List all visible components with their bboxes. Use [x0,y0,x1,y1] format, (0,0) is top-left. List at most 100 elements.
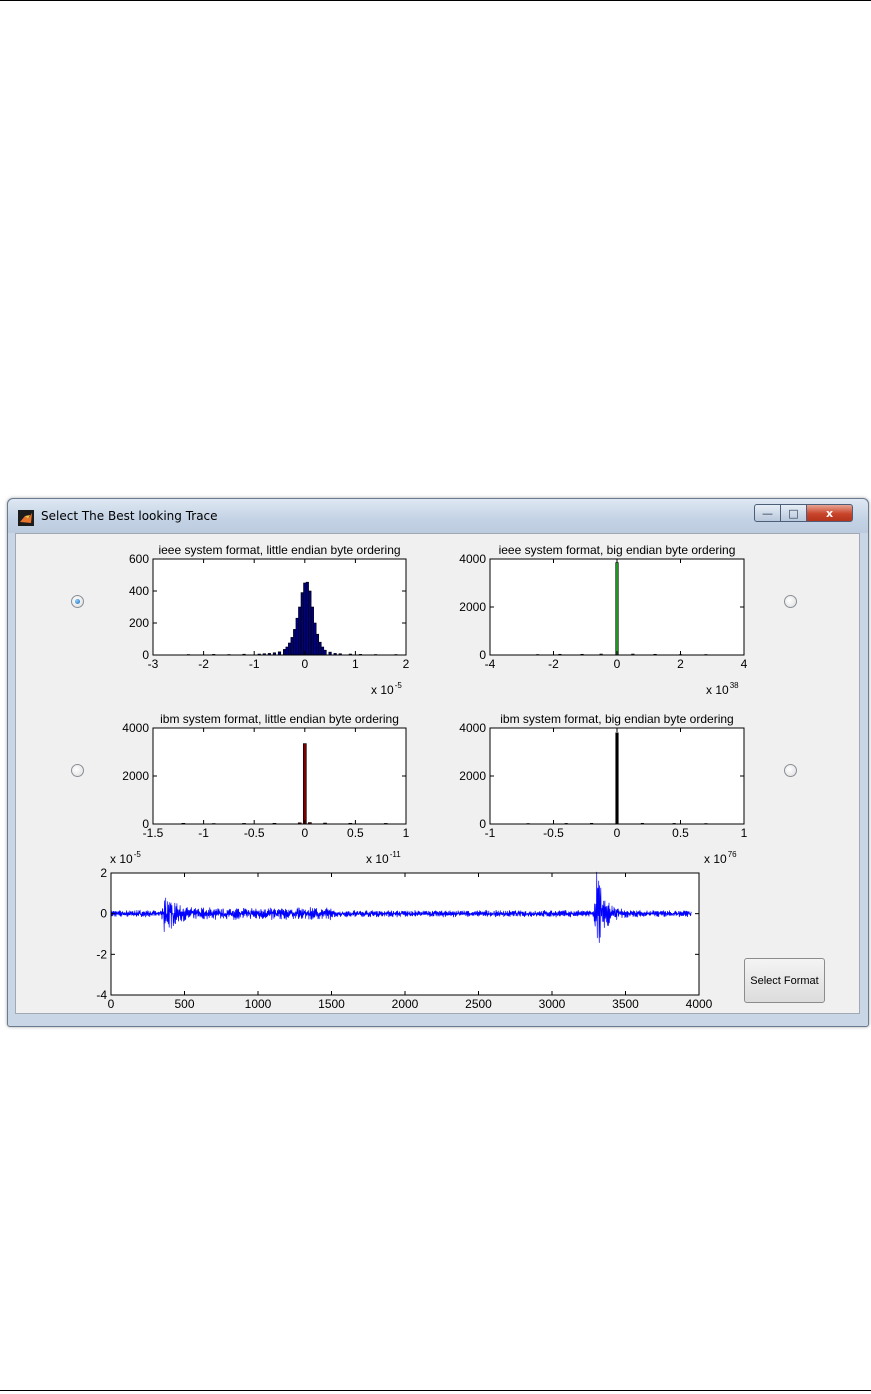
x-tick-label: 3500 [612,997,639,1011]
axis-multiplier: x 10 [706,683,729,697]
y-tick-label: 400 [129,584,149,598]
y-tick-label: 4000 [459,552,486,566]
x-tick-label: 1000 [245,997,272,1011]
axis-multiplier-exponent: -5 [134,850,142,859]
axes-0 [152,558,407,656]
radio-ieee-little-endian[interactable] [71,595,84,608]
histogram-bar [320,646,325,656]
histogram-bar [323,649,327,656]
x-tick-label: 1 [403,826,410,840]
x-tick-label: 1 [741,826,748,840]
y-tick-label: 0 [142,817,149,831]
minimize-button[interactable]: — [754,504,781,522]
axes-title: ibm system format, little endian byte or… [160,712,399,726]
histogram-bar [310,606,314,656]
x-tick-label: 500 [174,997,194,1011]
x-tick-label: 1 [352,657,359,671]
maximize-button[interactable]: □ [780,504,807,522]
x-tick-label: 2000 [392,997,419,1011]
x-tick-label: 0 [301,826,308,840]
x-tick-label: 2 [403,657,410,671]
histogram-bar [298,606,302,656]
y-tick-label: 2000 [459,769,486,783]
close-icon: x [825,506,834,520]
figure-canvas: -3 -2 -1 0 1 2 0 200 400 600 ieee system format, l… [15,533,860,1014]
axis-multiplier: x 10 [366,852,389,866]
plot-area [153,728,406,824]
axes-3 [489,727,745,825]
y-tick-label: 2000 [122,769,149,783]
radio-ibm-big-endian[interactable] [784,764,797,777]
axis-multiplier-exponent: 76 [728,850,737,859]
x-tick-label: 0 [614,657,621,671]
y-tick-label: 0 [479,817,486,831]
select-format-button[interactable]: Select Format [744,958,825,1003]
axes-title: ieee system format, little endian byte o… [158,543,400,557]
x-tick-label: -1 [198,826,209,840]
y-tick-label: 600 [129,552,149,566]
x-tick-label: -1 [485,826,496,840]
x-tick-label: -2 [198,657,209,671]
x-tick-label: 2500 [465,997,492,1011]
x-tick-label: -4 [485,657,496,671]
x-tick-label: 1500 [318,997,345,1011]
y-tick-label: -4 [96,988,107,1002]
x-tick-label: 0 [301,657,308,671]
x-tick-label: 0 [108,997,115,1011]
y-tick-label: 0 [100,907,107,921]
histogram-bar [282,649,287,656]
x-tick-label: 0 [614,826,621,840]
y-tick-label: 4000 [459,721,486,735]
radio-ibm-little-endian[interactable] [71,764,84,777]
histogram-bar [293,629,297,656]
x-tick-label: -3 [148,657,159,671]
axis-multiplier-exponent: -11 [390,850,402,859]
matlab-icon [18,510,34,526]
y-tick-label: 2000 [459,600,486,614]
window-title: Select The Best looking Trace [41,509,218,523]
x-tick-label: 0.5 [672,826,689,840]
y-tick-label: 2 [100,866,107,880]
axes-1 [489,558,745,656]
close-button[interactable]: x [806,504,853,522]
x-tick-label: 4 [741,657,748,671]
radio-selected-dot [75,599,80,604]
histogram-bar [295,617,299,656]
plot-area [153,559,406,655]
x-tick-label: -1 [249,657,260,671]
histogram-bar [308,590,312,656]
histogram-bar [288,642,292,656]
y-tick-label: 0 [479,648,486,662]
x-tick-label: -2 [548,657,559,671]
histogram-bar [315,633,320,656]
axes-title: ieee system format, big endian byte orde… [499,543,736,557]
y-tick-label: 200 [129,616,149,630]
axes-title: ibm system format, big endian byte order… [500,712,733,726]
maximize-icon: □ [788,506,799,520]
histogram-bar [290,637,294,656]
y-tick-label: 4000 [122,721,149,735]
histogram-bar [318,641,322,656]
page-bottom-rule [0,1390,871,1391]
axes-4 [110,871,700,996]
histogram-bar [313,622,317,656]
title-bar[interactable]: Select The Best looking Trace — □ x [8,499,868,533]
radio-ieee-big-endian[interactable] [784,595,797,608]
histogram-bar [305,581,309,656]
histogram-bar [303,582,307,656]
axes-2 [152,727,407,825]
x-tick-label: 3000 [539,997,566,1011]
x-tick-label: -0.5 [543,826,564,840]
histogram-bar [285,646,289,656]
y-tick-label: 0 [142,648,149,662]
axis-multiplier: x 10 [704,852,727,866]
axis-multiplier-exponent: 38 [730,681,739,690]
x-tick-label: 4000 [686,997,713,1011]
minimize-icon: — [762,506,773,520]
page-top-rule [0,0,871,1]
histogram-bar [615,562,619,656]
figure-window: Select The Best looking Trace — □ x -3 -2… [7,498,869,1027]
axis-multiplier: x 10 [110,852,133,866]
figure-plots: -3 -2 -1 0 1 20200400600ieee system format, l… [96,543,748,1011]
x-tick-label: 2 [677,657,684,671]
